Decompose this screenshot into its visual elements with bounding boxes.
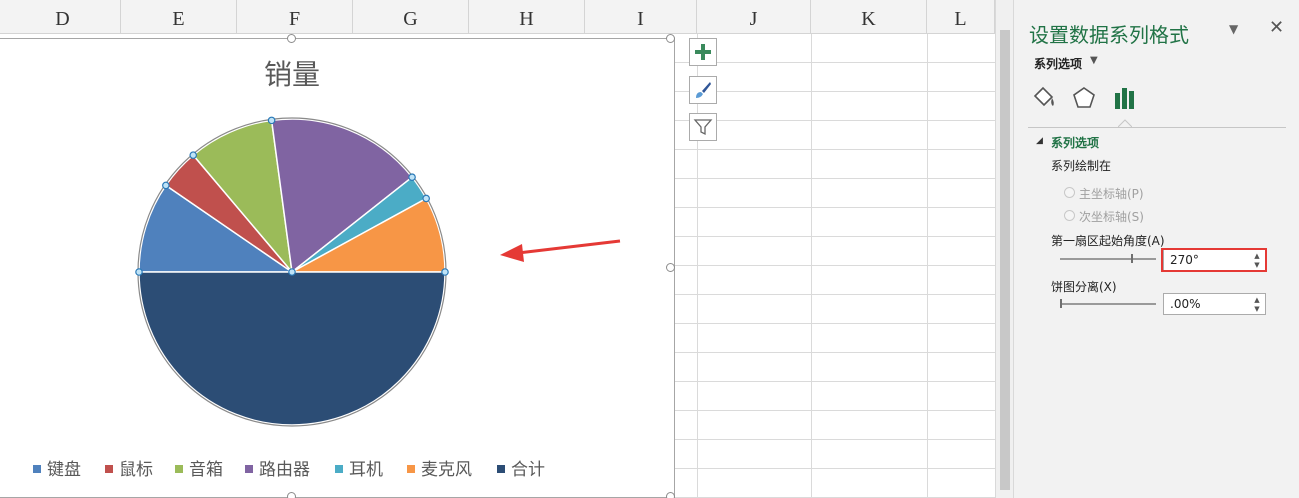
legend-label: 鼠标: [119, 460, 153, 480]
column-header-k[interactable]: K: [811, 0, 927, 34]
chart-filters-button[interactable]: [689, 113, 717, 141]
legend-item-speaker[interactable]: 音箱: [175, 455, 223, 480]
chart-elements-button[interactable]: [689, 38, 717, 66]
explosion-slider-thumb[interactable]: [1060, 299, 1062, 308]
column-header-l[interactable]: L: [927, 0, 995, 34]
legend-label: 路由器: [259, 460, 310, 480]
funnel-icon: [693, 119, 713, 136]
pie-explosion-label: 饼图分离(X): [1051, 280, 1117, 294]
first-slice-angle-label: 第一扇区起始角度(A): [1051, 234, 1165, 248]
legend-label: 合计: [511, 460, 545, 480]
series-selection-handle[interactable]: [408, 173, 416, 181]
column-header-row: D E F G H I J K L: [0, 0, 995, 34]
legend-label: 键盘: [47, 460, 81, 480]
secondary-axis-radio[interactable]: [1064, 210, 1075, 221]
section-title-series-options[interactable]: 系列选项: [1051, 134, 1099, 151]
pentagon-icon: [1073, 87, 1095, 108]
scrollbar-thumb[interactable]: [1000, 30, 1010, 490]
legend-label: 麦克风: [421, 460, 472, 480]
bar-chart-icon: [1115, 88, 1134, 109]
pie-slice-合计[interactable]: [138, 271, 446, 426]
legend-item-keyboard[interactable]: 键盘: [33, 455, 81, 480]
paint-bucket-icon: [1033, 86, 1054, 107]
pane-close-button[interactable]: ✕: [1269, 17, 1284, 38]
legend-item-mouse[interactable]: 鼠标: [105, 455, 153, 480]
legend-label: 音箱: [189, 460, 223, 480]
series-selection-handle[interactable]: [189, 151, 198, 159]
red-highlight-box: [1161, 248, 1267, 272]
pane-options-dropdown[interactable]: ▼: [1229, 22, 1238, 36]
primary-axis-label[interactable]: 主坐标轴(P): [1079, 185, 1144, 202]
legend-label: 耳机: [349, 460, 383, 480]
series-options-dropdown-label[interactable]: 系列选项: [1034, 55, 1082, 72]
column-header-d[interactable]: D: [5, 0, 121, 34]
resize-handle-top[interactable]: [287, 34, 296, 43]
pie-explosion-input[interactable]: .00% ▲ ▼: [1163, 293, 1266, 315]
pie-chart-object[interactable]: 销量 键盘 鼠标 音箱 路由器 耳机 麦克风 合计: [0, 34, 676, 498]
spin-up-icon[interactable]: ▲: [1252, 296, 1262, 304]
plus-icon: [695, 44, 711, 60]
tab-fill-line[interactable]: [1030, 84, 1058, 112]
legend-swatch: [497, 465, 505, 473]
paintbrush-icon: [696, 82, 711, 98]
legend-item-total[interactable]: 合计: [497, 455, 545, 480]
plot-series-on-label: 系列绘制在: [1051, 159, 1112, 173]
explosion-slider-track[interactable]: [1060, 303, 1156, 305]
series-selection-handle[interactable]: [441, 268, 449, 276]
angle-slider-track[interactable]: [1060, 258, 1156, 260]
vertical-scrollbar[interactable]: [995, 0, 1013, 498]
legend-item-router[interactable]: 路由器: [245, 455, 310, 480]
series-selection-handle[interactable]: [162, 181, 170, 190]
secondary-axis-label[interactable]: 次坐标轴(S): [1079, 208, 1144, 225]
pane-title: 设置数据系列格式: [1029, 23, 1189, 47]
tab-series-options[interactable]: [1112, 84, 1140, 112]
spreadsheet-area[interactable]: D E F G H I J K L 销量 键盘 鼠标 音箱 路由器 耳机 麦克风…: [0, 0, 1013, 498]
chart-legend[interactable]: 键盘 鼠标 音箱 路由器 耳机 麦克风 合计: [33, 455, 653, 480]
spin-down-icon[interactable]: ▼: [1252, 305, 1262, 313]
angle-slider-thumb[interactable]: [1131, 254, 1133, 263]
resize-handle-bottom[interactable]: [287, 492, 296, 498]
tab-effects[interactable]: [1070, 84, 1098, 112]
legend-swatch: [33, 465, 41, 473]
pie-plot-area[interactable]: [0, 39, 676, 449]
primary-axis-radio[interactable]: [1064, 187, 1075, 198]
column-header-h[interactable]: H: [469, 0, 585, 34]
series-selection-handle[interactable]: [288, 268, 296, 276]
legend-swatch: [105, 465, 113, 473]
legend-item-microphone[interactable]: 麦克风: [407, 455, 472, 480]
tab-separator: [1028, 127, 1286, 128]
legend-swatch: [335, 465, 343, 473]
collapse-triangle-icon[interactable]: ◢: [1036, 136, 1043, 146]
column-header-e[interactable]: E: [121, 0, 237, 34]
active-tab-indicator: [1118, 119, 1132, 128]
column-header-f[interactable]: F: [237, 0, 353, 34]
chevron-down-icon[interactable]: ▼: [1090, 55, 1098, 66]
column-header-j[interactable]: J: [697, 0, 811, 34]
resize-handle-right[interactable]: [666, 263, 675, 272]
legend-swatch: [245, 465, 253, 473]
chart-styles-button[interactable]: [689, 76, 717, 104]
series-selection-handle[interactable]: [135, 268, 143, 276]
series-selection-handle[interactable]: [267, 116, 276, 125]
column-header-i[interactable]: I: [585, 0, 697, 34]
resize-handle-bottom-right[interactable]: [666, 492, 675, 498]
resize-handle-top-right[interactable]: [666, 34, 675, 43]
legend-item-earphone[interactable]: 耳机: [335, 455, 383, 480]
format-data-series-pane: 设置数据系列格式 ▼ ✕ 系列选项 ▼ ◢ 系列选项 系列绘制在 主坐标轴(P)…: [1013, 0, 1299, 498]
legend-swatch: [175, 465, 183, 473]
pie-explosion-value: .00%: [1170, 297, 1201, 311]
legend-swatch: [407, 465, 415, 473]
column-header-g[interactable]: G: [353, 0, 469, 34]
series-selection-handle[interactable]: [422, 194, 430, 203]
